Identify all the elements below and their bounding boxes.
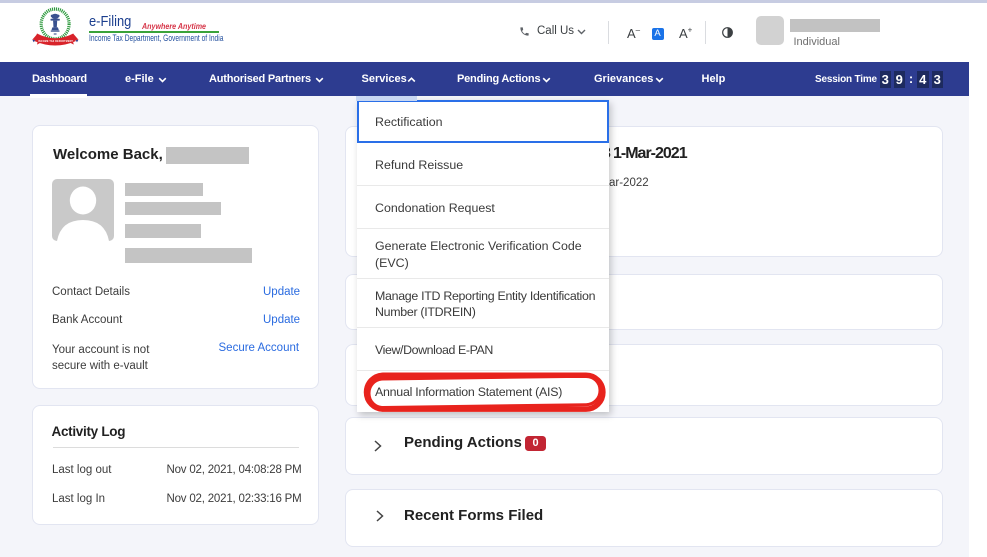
svg-text:INCOME TAX DEPARTMENT: INCOME TAX DEPARTMENT <box>38 40 73 43</box>
